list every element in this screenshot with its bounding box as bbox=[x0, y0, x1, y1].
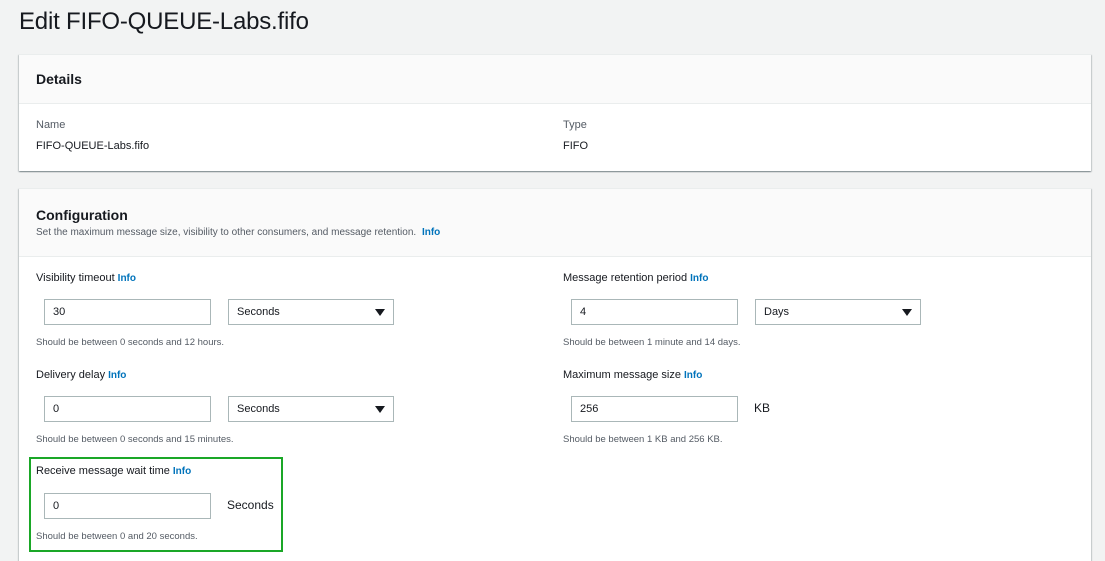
details-panel: Details Name FIFO-QUEUE-Labs.fifo Type F… bbox=[19, 54, 1091, 171]
visibility-timeout-label-text: Visibility timeout bbox=[36, 272, 115, 284]
delivery-delay-info-link[interactable]: Info bbox=[108, 370, 126, 381]
retention-period-info-link[interactable]: Info bbox=[690, 273, 708, 284]
delivery-delay-unit-value: Seconds bbox=[237, 403, 280, 415]
delivery-delay-unit-select[interactable]: Seconds bbox=[228, 396, 394, 422]
retention-period-input[interactable] bbox=[571, 299, 738, 325]
configuration-header: Configuration Set the maximum message si… bbox=[19, 189, 1091, 257]
receive-wait-time-info-link[interactable]: Info bbox=[173, 466, 191, 477]
max-message-size-info-link[interactable]: Info bbox=[684, 370, 702, 381]
chevron-down-icon bbox=[375, 405, 385, 413]
page-title: Edit FIFO-QUEUE-Labs.fifo bbox=[19, 8, 309, 35]
retention-period-unit-value: Days bbox=[764, 306, 790, 318]
configuration-description-text: Set the maximum message size, visibility… bbox=[36, 227, 417, 238]
retention-period-label-text: Message retention period bbox=[563, 272, 688, 284]
max-message-size-unit: KB bbox=[754, 401, 771, 415]
max-message-size-label-text: Maximum message size bbox=[563, 369, 681, 381]
name-value: FIFO-QUEUE-Labs.fifo bbox=[36, 140, 150, 152]
configuration-description: Set the maximum message size, visibility… bbox=[36, 227, 1074, 238]
max-message-size-hint: Should be between 1 KB and 256 KB. bbox=[563, 434, 723, 445]
receive-wait-time-unit: Seconds bbox=[227, 498, 274, 512]
visibility-timeout-input[interactable] bbox=[44, 299, 211, 325]
type-label: Type bbox=[563, 119, 587, 131]
delivery-delay-label: Delivery delay Info bbox=[36, 369, 126, 381]
retention-period-unit-select[interactable]: Days bbox=[755, 299, 921, 325]
configuration-title: Configuration bbox=[36, 207, 128, 223]
retention-period-label: Message retention period Info bbox=[563, 272, 708, 284]
type-value: FIFO bbox=[563, 140, 589, 152]
delivery-delay-label-text: Delivery delay bbox=[36, 369, 106, 381]
max-message-size-label: Maximum message size Info bbox=[563, 369, 702, 381]
visibility-timeout-unit-value: Seconds bbox=[237, 306, 280, 318]
retention-period-hint: Should be between 1 minute and 14 days. bbox=[563, 337, 741, 348]
delivery-delay-hint: Should be between 0 seconds and 15 minut… bbox=[36, 434, 234, 445]
configuration-panel: Configuration Set the maximum message si… bbox=[19, 188, 1091, 561]
visibility-timeout-unit-select[interactable]: Seconds bbox=[228, 299, 394, 325]
type-field: Type FIFO bbox=[563, 119, 588, 152]
receive-wait-time-hint: Should be between 0 and 20 seconds. bbox=[36, 531, 198, 542]
delivery-delay-input[interactable] bbox=[44, 396, 211, 422]
chevron-down-icon bbox=[902, 308, 912, 316]
details-title: Details bbox=[36, 71, 82, 87]
name-label: Name bbox=[36, 119, 66, 131]
name-field: Name FIFO-QUEUE-Labs.fifo bbox=[36, 119, 149, 152]
configuration-info-link[interactable]: Info bbox=[422, 227, 440, 238]
receive-wait-time-label-text: Receive message wait time bbox=[36, 465, 170, 477]
receive-wait-time-input[interactable] bbox=[44, 493, 211, 519]
details-header: Details bbox=[19, 55, 1091, 104]
visibility-timeout-label: Visibility timeout Info bbox=[36, 272, 136, 284]
visibility-timeout-info-link[interactable]: Info bbox=[118, 273, 136, 284]
chevron-down-icon bbox=[375, 308, 385, 316]
visibility-timeout-hint: Should be between 0 seconds and 12 hours… bbox=[36, 337, 225, 348]
max-message-size-input[interactable] bbox=[571, 396, 738, 422]
receive-wait-time-label: Receive message wait time Info bbox=[36, 465, 191, 477]
